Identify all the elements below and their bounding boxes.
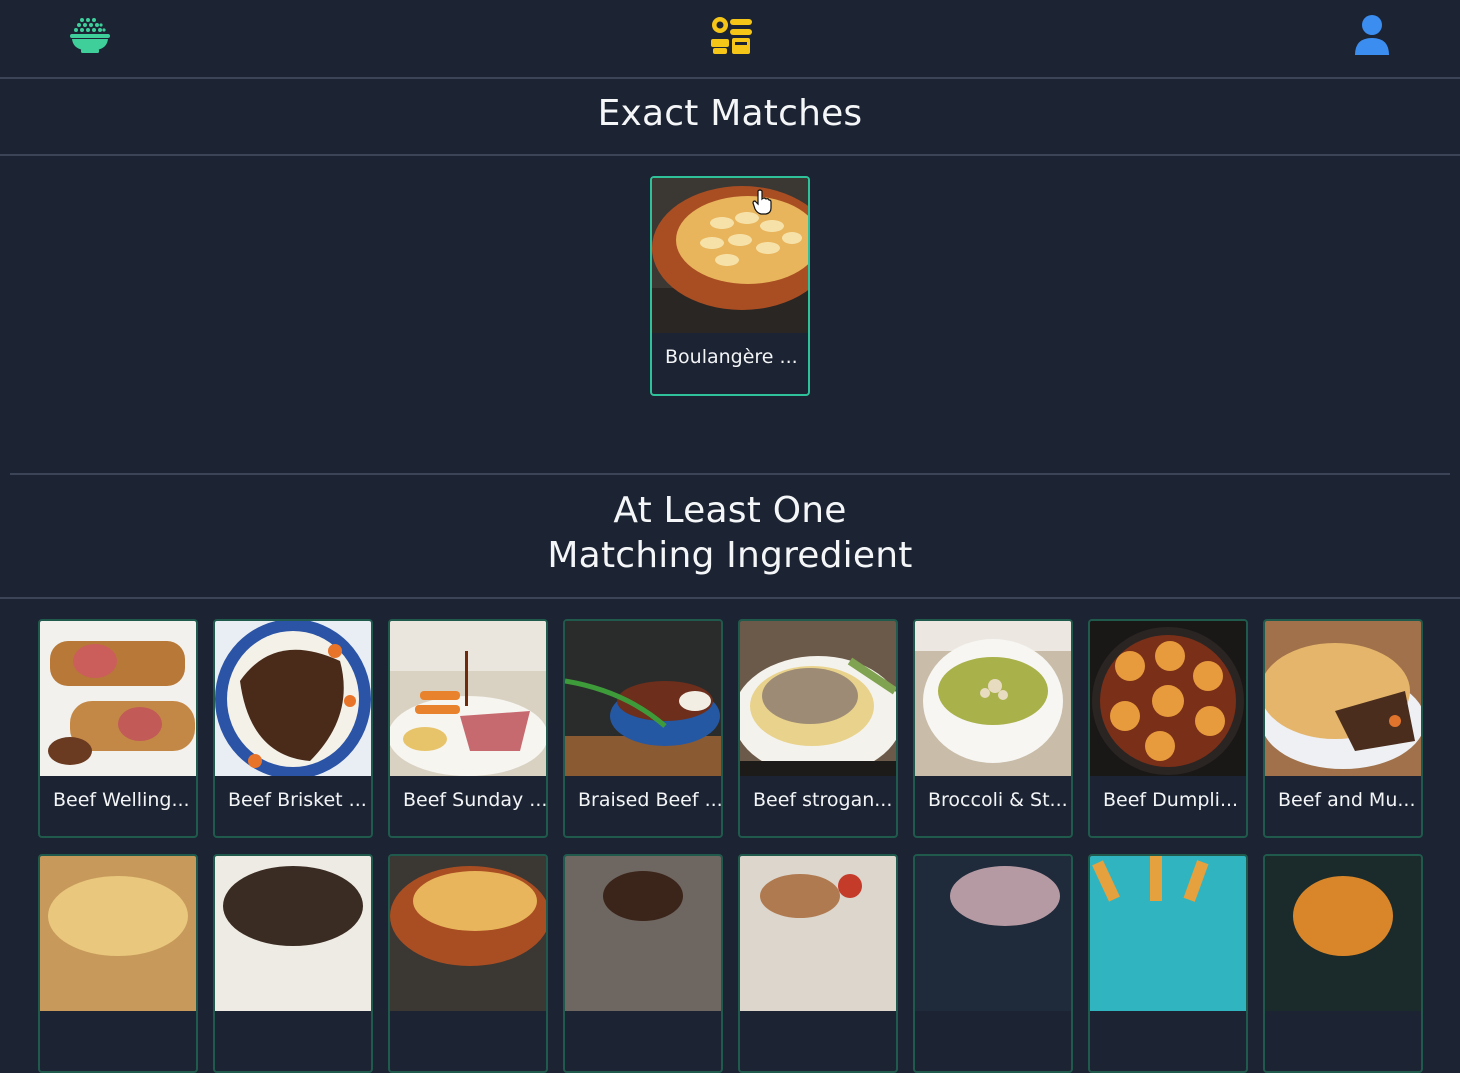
recipe-card[interactable]: Beef Welling... [38, 619, 198, 838]
recipe-image [1090, 621, 1246, 776]
rice-bowl-icon[interactable] [69, 16, 111, 58]
recipe-card[interactable] [388, 854, 548, 1073]
exact-matches-heading: Exact Matches [597, 93, 863, 134]
recipe-card[interactable]: Beef Brisket ... [213, 619, 373, 838]
divider [0, 597, 1460, 599]
recipe-card-title: Beef strogan... [753, 789, 893, 811]
recipe-image [1265, 621, 1421, 776]
recipe-card-title: Beef and Mu... [1278, 789, 1416, 811]
ingredients-filter-icon[interactable] [708, 15, 754, 61]
recipe-card-title: Beef Brisket ... [228, 789, 367, 811]
user-profile-icon[interactable] [1353, 14, 1391, 60]
divider [0, 154, 1460, 156]
recipe-image [215, 621, 371, 776]
recipe-card[interactable] [738, 854, 898, 1073]
recipe-image [390, 856, 546, 1011]
recipe-card[interactable] [1263, 854, 1423, 1073]
recipe-card[interactable] [38, 854, 198, 1073]
recipe-image [740, 856, 896, 1011]
recipe-card-title: Boulangère ... [665, 346, 798, 368]
recipe-image [915, 856, 1071, 1011]
recipe-card-title: Braised Beef ... [578, 789, 723, 811]
recipe-image [565, 856, 721, 1011]
recipe-card[interactable]: Braised Beef ... [563, 619, 723, 838]
recipe-card[interactable] [913, 854, 1073, 1073]
recipe-image [565, 621, 721, 776]
recipe-image [652, 178, 808, 333]
recipe-image [915, 621, 1071, 776]
recipe-card[interactable]: Beef and Mu... [1263, 619, 1423, 838]
recipe-card[interactable] [1088, 854, 1248, 1073]
recipe-card-title: Broccoli & St... [928, 789, 1068, 811]
recipe-card[interactable] [213, 854, 373, 1073]
recipe-card-title: Beef Welling... [53, 789, 190, 811]
recipe-card[interactable]: Boulangère ... [650, 176, 810, 396]
recipe-image [390, 621, 546, 776]
recipe-image [740, 621, 896, 776]
recipe-image [215, 856, 371, 1011]
top-nav-bar [0, 0, 1460, 79]
recipe-card[interactable]: Beef Sunday ... [388, 619, 548, 838]
recipe-image [40, 621, 196, 776]
divider [10, 473, 1450, 475]
recipe-card[interactable]: Beef strogan... [738, 619, 898, 838]
recipe-card-title: Beef Dumpli... [1103, 789, 1239, 811]
partial-matches-heading-line2: Matching Ingredient [547, 535, 913, 576]
recipe-card-title: Beef Sunday ... [403, 789, 548, 811]
recipe-card[interactable] [563, 854, 723, 1073]
recipe-card[interactable]: Broccoli & St... [913, 619, 1073, 838]
partial-matches-heading-line1: At Least One [613, 490, 847, 531]
recipe-image [40, 856, 196, 1011]
recipe-image [1265, 856, 1421, 1011]
recipe-card[interactable]: Beef Dumpli... [1088, 619, 1248, 838]
recipe-image [1090, 856, 1246, 1011]
